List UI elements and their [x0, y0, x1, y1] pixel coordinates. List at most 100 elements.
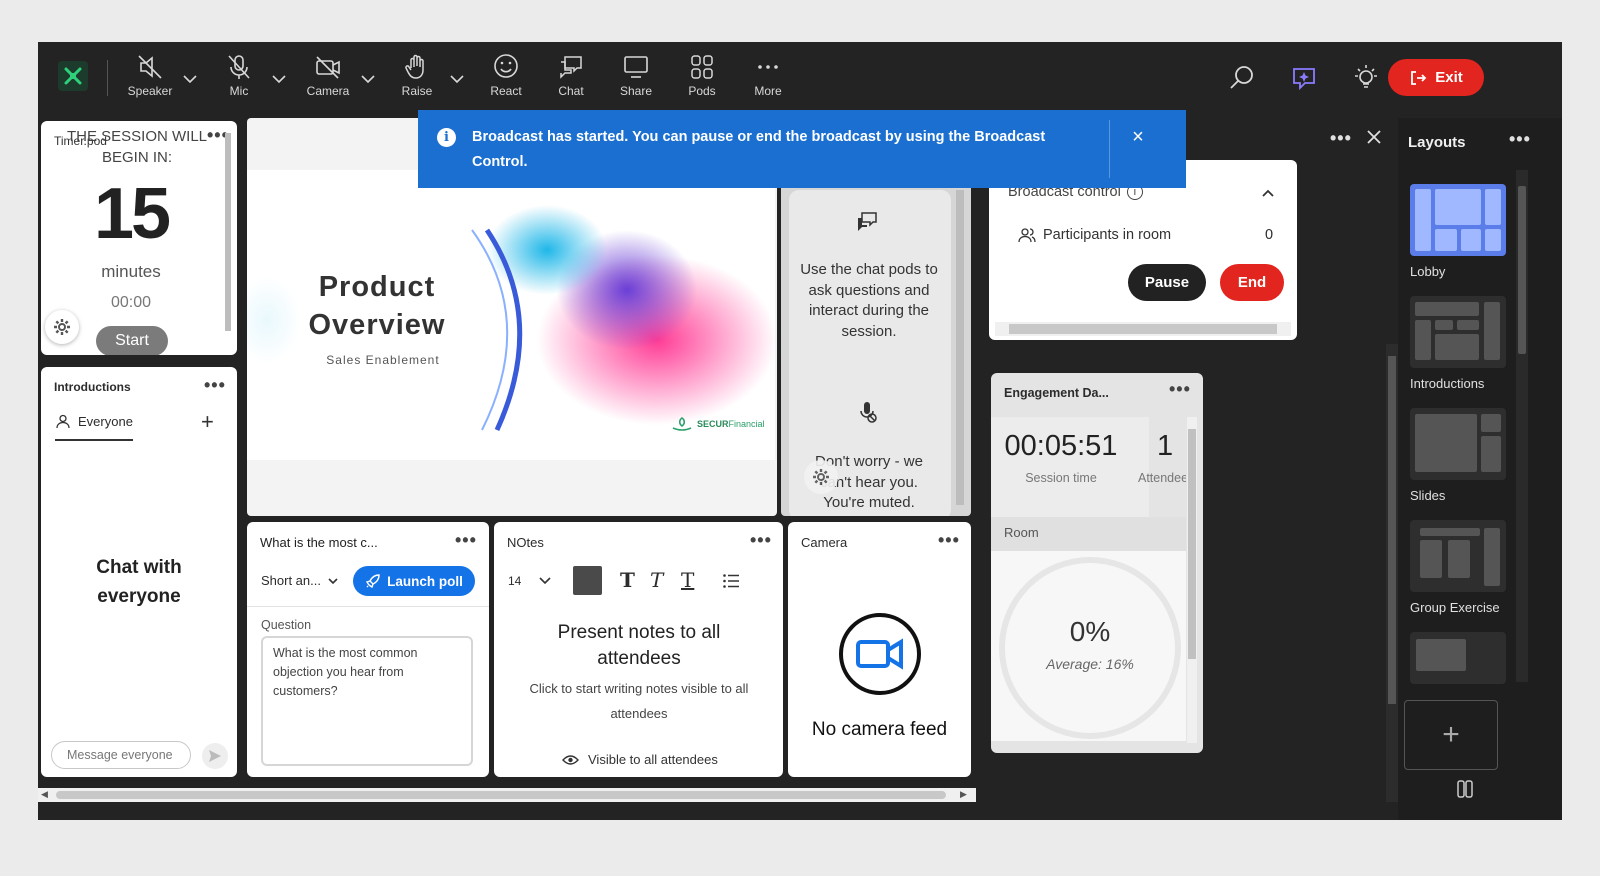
introductions-pod-menu-icon[interactable]: •••: [204, 375, 226, 396]
app-logo: [58, 61, 88, 91]
more-button[interactable]: More: [738, 52, 798, 108]
mic-chevron-down-icon[interactable]: [270, 70, 288, 88]
panel-scrollbar[interactable]: [1386, 344, 1398, 802]
info-icon: i: [437, 128, 456, 147]
main-horizontal-scrollbar[interactable]: ◀ ▶: [38, 788, 976, 802]
poll-pod-menu-icon[interactable]: •••: [455, 530, 477, 551]
raise-chevron-down-icon[interactable]: [448, 70, 466, 88]
monitor-icon: [624, 56, 648, 78]
exit-button[interactable]: Exit: [1388, 59, 1484, 96]
raise-hand-button[interactable]: Raise: [387, 52, 447, 108]
notes-visibility: Visible to all attendees: [562, 752, 718, 767]
scrollbar-thumb[interactable]: [56, 791, 946, 799]
message-input[interactable]: Message everyone: [51, 741, 191, 769]
timer-time: 00:00: [110, 294, 152, 311]
raise-label: Raise: [401, 84, 433, 98]
chevron-up-icon[interactable]: [1261, 186, 1275, 200]
close-notification-button[interactable]: ×: [1128, 126, 1148, 149]
notes-pod-menu-icon[interactable]: •••: [750, 530, 772, 551]
end-broadcast-button[interactable]: End: [1220, 264, 1284, 301]
layout-label-lobby[interactable]: Lobby: [1410, 264, 1445, 279]
scroll-right-icon[interactable]: ▶: [960, 789, 967, 800]
send-button[interactable]: [202, 743, 228, 769]
speaker-muted-icon: [138, 55, 162, 79]
brand-name: SECUR: [697, 419, 729, 429]
scrollbar-thumb[interactable]: [1009, 324, 1277, 334]
gear-icon: [54, 319, 70, 335]
timer-settings-button[interactable]: [45, 310, 79, 344]
engagement-pod-menu-icon[interactable]: •••: [1169, 379, 1191, 400]
timer-scrollbar[interactable]: [225, 133, 231, 331]
speaker-chevron-down-icon[interactable]: [181, 70, 199, 88]
scrollbar-thumb[interactable]: [1518, 186, 1526, 354]
video-camera-icon: [839, 613, 921, 695]
camera-pod-menu-icon[interactable]: •••: [938, 530, 960, 551]
broadcast-notification: i Broadcast has started. You can pause o…: [418, 110, 1186, 188]
scrollbar-thumb[interactable]: [1188, 429, 1196, 659]
add-layout-button[interactable]: +: [1404, 700, 1498, 770]
layout-thumb-introductions[interactable]: [1410, 296, 1506, 368]
close-icon[interactable]: [1366, 129, 1382, 145]
text-color-swatch[interactable]: [573, 566, 602, 595]
tip-scrollbar[interactable]: [956, 190, 964, 505]
bold-icon[interactable]: T: [620, 568, 635, 592]
share-button[interactable]: Share: [606, 52, 666, 108]
search-icon[interactable]: [1226, 62, 1258, 94]
engagement-scrollbar[interactable]: [1187, 417, 1197, 743]
participants-icon: [1018, 228, 1036, 243]
timer-unit: minutes: [101, 262, 161, 281]
bullet-list-icon[interactable]: [722, 572, 740, 590]
launch-poll-button[interactable]: Launch poll: [353, 566, 475, 596]
notes-visibility-label: Visible to all attendees: [588, 752, 718, 767]
toolbar-divider: [107, 60, 108, 96]
panel-toggle-icon[interactable]: [1456, 778, 1474, 800]
react-button[interactable]: React: [476, 52, 536, 108]
layout-thumb-lobby[interactable]: [1410, 184, 1506, 256]
scrollbar-thumb[interactable]: [1388, 356, 1396, 704]
layout-label-group-exercise[interactable]: Group Exercise: [1410, 600, 1500, 615]
chevron-down-icon[interactable]: [538, 574, 552, 588]
layout-thumb-partial[interactable]: [1410, 632, 1506, 684]
notes-body[interactable]: Click to start writing notes visible to …: [524, 676, 754, 726]
layout-thumb-slides[interactable]: [1410, 408, 1506, 480]
pods-button[interactable]: Pods: [672, 52, 732, 108]
italic-icon[interactable]: T: [650, 568, 663, 592]
session-time-value: 00:05:51: [1004, 430, 1118, 462]
camera-off-icon: [316, 56, 340, 79]
camera-chevron-down-icon[interactable]: [359, 70, 377, 88]
question-textarea[interactable]: What is the most common objection you he…: [261, 636, 473, 766]
layout-thumb-group-exercise[interactable]: [1410, 520, 1506, 592]
broadcast-horizontal-scrollbar[interactable]: [995, 322, 1291, 336]
pods-grid-icon: [691, 55, 713, 79]
layout-label-introductions[interactable]: Introductions: [1410, 376, 1484, 391]
tip-settings-button[interactable]: [804, 460, 838, 494]
notes-heading: Present notes to all attendees: [557, 622, 721, 669]
scroll-left-icon[interactable]: ◀: [41, 789, 48, 800]
font-size-select[interactable]: 14: [508, 574, 521, 588]
tab-everyone[interactable]: Everyone: [55, 413, 133, 429]
camera-button[interactable]: Camera: [298, 52, 358, 108]
pause-broadcast-button[interactable]: Pause: [1128, 264, 1206, 301]
mic-button[interactable]: Mic: [209, 52, 269, 108]
tab-underline: [55, 439, 133, 441]
chat-empty-message: Chat with everyone: [96, 557, 182, 607]
layouts-scrollbar[interactable]: [1516, 170, 1528, 682]
launch-poll-label: Launch poll: [387, 573, 463, 589]
lightbulb-icon[interactable]: [1350, 62, 1382, 94]
poll-type-select[interactable]: Short an...: [261, 573, 339, 588]
panel-menu-icon[interactable]: •••: [1330, 128, 1352, 149]
chat-button[interactable]: Chat: [541, 52, 601, 108]
slide-title-line1: Product: [318, 271, 436, 303]
chevron-down-icon: [328, 577, 338, 584]
underline-icon[interactable]: T: [681, 568, 694, 592]
eye-icon: [562, 754, 579, 765]
layouts-menu-icon[interactable]: •••: [1509, 129, 1531, 150]
ai-assistant-icon[interactable]: [1288, 62, 1320, 94]
layouts-panel: Layouts ••• Lobby Introductions Slides G…: [1398, 118, 1562, 820]
camera-label: Camera: [306, 84, 350, 98]
layout-label-slides[interactable]: Slides: [1410, 488, 1445, 503]
speaker-label: Speaker: [127, 84, 173, 98]
timer-start-button[interactable]: Start: [96, 326, 168, 355]
speaker-button[interactable]: Speaker: [120, 52, 180, 108]
add-chat-icon[interactable]: +: [201, 409, 214, 435]
